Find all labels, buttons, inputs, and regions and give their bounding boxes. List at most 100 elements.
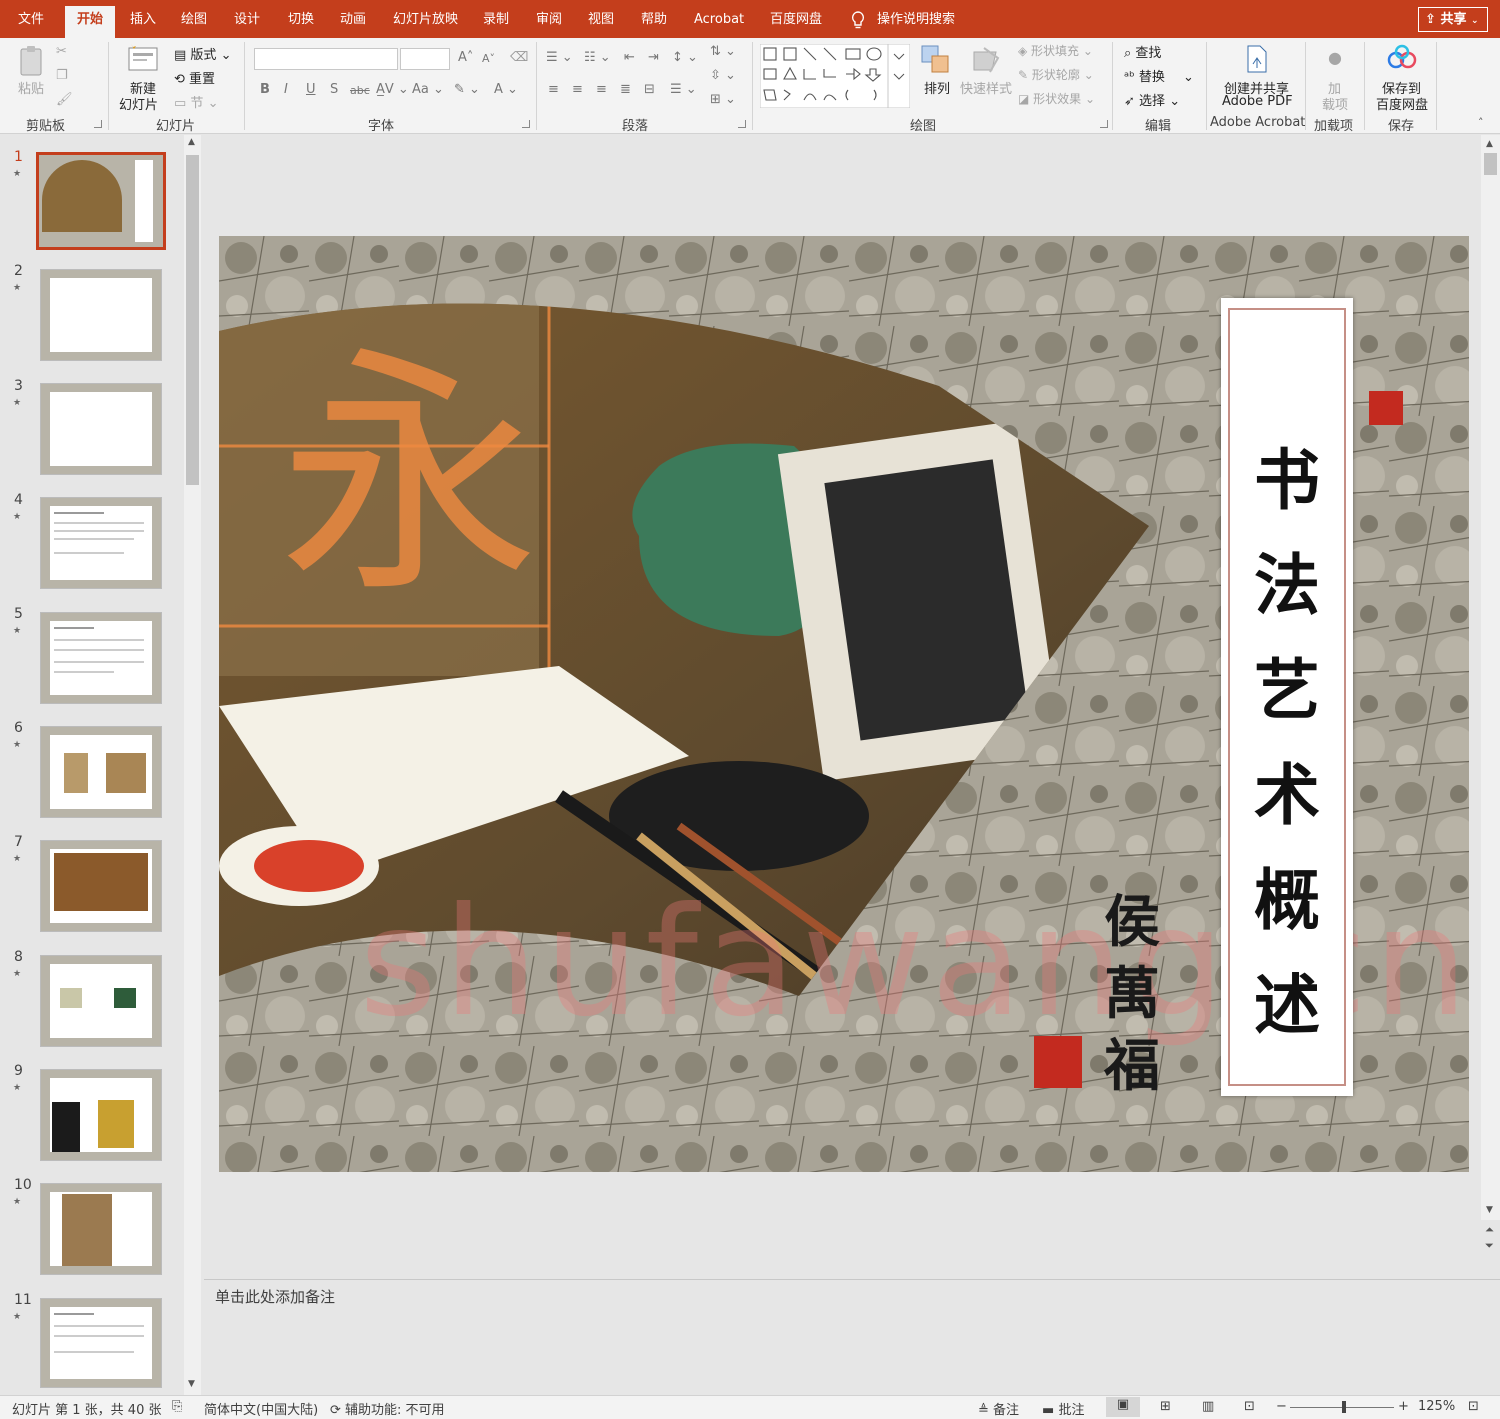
bullets-icon[interactable]: ☰ ⌄: [546, 50, 573, 65]
zoom-out-icon[interactable]: −: [1276, 1399, 1287, 1414]
tab-animations[interactable]: 动画: [332, 8, 374, 38]
save-baidu-line2[interactable]: 百度网盘: [1376, 94, 1428, 113]
text-direction-icon[interactable]: ⇅ ⌄: [710, 44, 736, 59]
spellcheck-icon[interactable]: ⎘: [172, 1399, 182, 1414]
tab-acrobat[interactable]: Acrobat: [686, 8, 752, 38]
create-pdf-line2[interactable]: Adobe PDF: [1222, 94, 1293, 109]
baidu-cloud-icon[interactable]: [1386, 44, 1418, 72]
replace-button[interactable]: ᵃᵇ 替换 ⌄: [1124, 66, 1194, 85]
strikethrough-icon[interactable]: abc: [350, 84, 370, 97]
line-spacing-icon[interactable]: ↕ ⌄: [672, 50, 698, 65]
slide-thumbnail[interactable]: [40, 726, 162, 818]
tab-baidu[interactable]: 百度网盘: [762, 8, 830, 38]
slideshow-icon[interactable]: ⊡: [1244, 1399, 1255, 1414]
tab-design[interactable]: 设计: [226, 8, 268, 38]
section-button[interactable]: ▭ 节 ⌄: [174, 92, 218, 111]
font-color-icon[interactable]: A ⌄: [494, 82, 518, 97]
scrollbar-thumb[interactable]: [186, 155, 199, 485]
tab-file[interactable]: 文件: [10, 8, 52, 38]
collapse-ribbon-icon[interactable]: ˄: [1478, 116, 1484, 129]
language-indicator[interactable]: 简体中文(中国大陆): [204, 1399, 318, 1418]
reading-view-icon[interactable]: ▥: [1202, 1399, 1214, 1414]
zoom-slider-thumb[interactable]: [1342, 1401, 1346, 1413]
slide-thumbnail[interactable]: [40, 612, 162, 704]
grow-font-icon[interactable]: A˄: [458, 50, 473, 65]
select-button[interactable]: ➶ 选择 ⌄: [1124, 90, 1180, 109]
arrange-icon[interactable]: [920, 44, 952, 76]
change-case-icon[interactable]: Aa ⌄: [412, 82, 444, 97]
paste-icon[interactable]: [18, 44, 46, 78]
format-painter-icon[interactable]: 🖌: [56, 92, 73, 107]
shadow-icon[interactable]: S: [330, 82, 338, 97]
slide-scrollbar[interactable]: ▲ ▼ ⏶ ⏷: [1481, 135, 1500, 1252]
find-button[interactable]: ⌕ 查找: [1124, 42, 1161, 61]
notes-toggle-button[interactable]: ≜ 备注: [978, 1399, 1019, 1418]
slide-thumbnail[interactable]: [40, 1298, 162, 1388]
tab-help[interactable]: 帮助: [633, 8, 675, 38]
next-slide-icon[interactable]: ⏷: [1485, 1239, 1494, 1253]
pdf-icon[interactable]: [1244, 44, 1270, 74]
comments-toggle-button[interactable]: ▬ 批注: [1042, 1399, 1084, 1418]
notes-pane[interactable]: 单击此处添加备注: [204, 1279, 1500, 1395]
quick-styles-icon[interactable]: [970, 44, 1004, 78]
slide-thumbnail[interactable]: [40, 383, 162, 475]
tab-review[interactable]: 审阅: [528, 8, 570, 38]
align-text-icon[interactable]: ⇳ ⌄: [710, 68, 736, 83]
slide-thumbnail[interactable]: [40, 840, 162, 932]
tab-insert[interactable]: 插入: [122, 8, 164, 38]
scroll-down-icon[interactable]: ▼: [1486, 1205, 1493, 1215]
slide-thumbnail[interactable]: [40, 1183, 162, 1275]
tab-view[interactable]: 视图: [580, 8, 622, 38]
slide-thumbnail[interactable]: [40, 955, 162, 1047]
increase-indent-icon[interactable]: ⇥: [648, 50, 659, 65]
tab-home[interactable]: 开始: [65, 6, 116, 38]
smartart-icon[interactable]: ⊞ ⌄: [710, 92, 736, 107]
zoom-level[interactable]: 125%: [1418, 1399, 1455, 1414]
align-left-icon[interactable]: ≡: [548, 82, 559, 97]
slide-thumbnail[interactable]: [40, 269, 162, 361]
scrollbar-thumb[interactable]: [1484, 153, 1497, 175]
copy-icon[interactable]: ❐: [56, 68, 68, 83]
shrink-font-icon[interactable]: A˅: [482, 52, 495, 65]
tab-draw[interactable]: 绘图: [173, 8, 215, 38]
scroll-up-icon[interactable]: ▲: [1486, 139, 1493, 149]
layout-button[interactable]: ▤ 版式 ⌄: [174, 44, 231, 63]
slide-thumbnail[interactable]: [40, 497, 162, 589]
shape-effects-button[interactable]: ◪ 形状效果 ⌄: [1018, 90, 1095, 107]
share-button[interactable]: ⇪ 共享 ⌄: [1418, 7, 1488, 32]
justify-icon[interactable]: ≣: [620, 82, 631, 97]
slide-thumbnail[interactable]: [40, 1069, 162, 1161]
decrease-indent-icon[interactable]: ⇤: [624, 50, 635, 65]
numbering-icon[interactable]: ☷ ⌄: [584, 50, 611, 65]
new-slide-icon[interactable]: [127, 44, 159, 72]
clear-format-icon[interactable]: ⌫: [510, 50, 528, 65]
tab-record[interactable]: 录制: [475, 8, 517, 38]
new-slide-label-2[interactable]: 幻灯片: [119, 94, 158, 113]
paste-label[interactable]: 粘贴: [18, 78, 44, 97]
fit-to-window-icon[interactable]: ⊡: [1468, 1399, 1479, 1414]
underline-icon[interactable]: U: [306, 82, 316, 97]
accessibility-status[interactable]: ⟳ 辅助功能: 不可用: [330, 1399, 445, 1418]
highlight-icon[interactable]: ✎ ⌄: [454, 82, 480, 97]
drawing-launcher-icon[interactable]: [1100, 120, 1108, 128]
scroll-up-icon[interactable]: ▲: [188, 137, 195, 147]
addins-icon[interactable]: ●: [1328, 48, 1342, 67]
tell-me-search[interactable]: 操作说明搜索: [877, 8, 955, 32]
clipboard-launcher-icon[interactable]: [94, 120, 102, 128]
normal-view-icon[interactable]: ▣: [1106, 1397, 1140, 1417]
bold-icon[interactable]: B: [260, 82, 270, 97]
thumbnail-scrollbar[interactable]: ▲ ▼: [184, 135, 201, 1395]
previous-slide-icon[interactable]: ⏶: [1485, 1223, 1494, 1237]
slide-thumbnail[interactable]: [36, 152, 166, 250]
font-size-combo[interactable]: [400, 48, 450, 70]
italic-icon[interactable]: I: [284, 82, 288, 97]
font-name-combo[interactable]: [254, 48, 398, 70]
addins-line2[interactable]: 载项: [1322, 94, 1348, 113]
align-right-icon[interactable]: ≡: [596, 82, 607, 97]
shape-outline-button[interactable]: ✎ 形状轮廓 ⌄: [1018, 66, 1094, 83]
slide-sorter-icon[interactable]: ⊞: [1160, 1399, 1171, 1414]
lightbulb-icon[interactable]: [850, 11, 866, 29]
scroll-down-icon[interactable]: ▼: [188, 1379, 195, 1389]
columns-icon[interactable]: ☰ ⌄: [670, 82, 697, 97]
reset-button[interactable]: ⟲ 重置: [174, 68, 215, 87]
